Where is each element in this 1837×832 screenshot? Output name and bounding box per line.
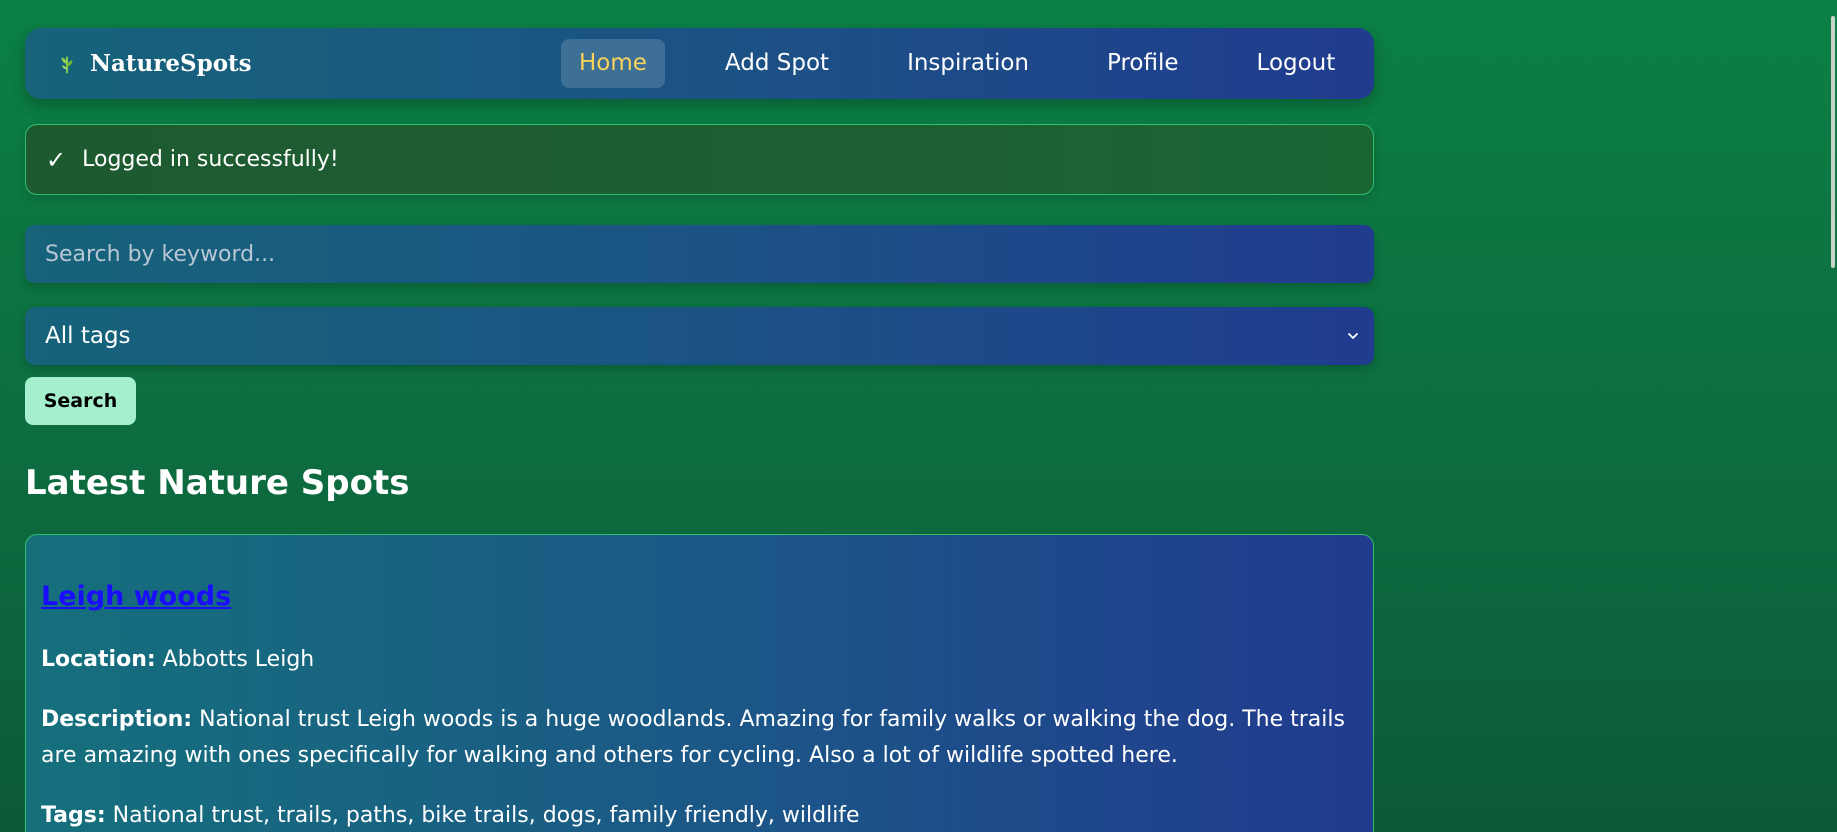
nav-link-home[interactable]: Home — [561, 39, 665, 88]
spot-location-label: Location: — [41, 647, 156, 672]
brand[interactable]: NatureSpots — [56, 50, 252, 77]
search-button[interactable]: Search — [25, 377, 136, 425]
nav-link-add-spot[interactable]: Add Spot — [707, 39, 847, 88]
checkmark-icon: ✓ — [46, 145, 67, 174]
spot-tags: Tags: National trust, trails, paths, bik… — [41, 798, 1358, 832]
nav-link-logout[interactable]: Logout — [1239, 39, 1354, 88]
spot-description-label: Description: — [41, 707, 193, 732]
nav-links: Home Add Spot Inspiration Profile Logout — [561, 39, 1353, 88]
chevron-down-icon — [1348, 333, 1358, 339]
brand-name: NatureSpots — [90, 50, 252, 77]
spot-card: Leigh woods Location: Abbotts Leigh Desc… — [25, 534, 1374, 832]
spot-tags-value: National trust, trails, paths, bike trai… — [112, 803, 860, 828]
nav-link-profile[interactable]: Profile — [1089, 39, 1197, 88]
spot-location-value: Abbotts Leigh — [162, 647, 315, 672]
tag-filter-value: All tags — [45, 323, 131, 349]
page-scrollbar[interactable] — [1829, 0, 1837, 832]
success-alert: ✓ Logged in successfully! — [25, 124, 1374, 195]
spot-tags-label: Tags: — [41, 803, 106, 828]
nav-link-inspiration[interactable]: Inspiration — [889, 39, 1047, 88]
page-container: NatureSpots Home Add Spot Inspiration Pr… — [25, 28, 1374, 832]
spot-location: Location: Abbotts Leigh — [41, 642, 1358, 678]
search-input[interactable] — [25, 225, 1374, 283]
leaf-icon — [61, 56, 73, 73]
section-title: Latest Nature Spots — [25, 463, 410, 503]
navbar: NatureSpots Home Add Spot Inspiration Pr… — [25, 28, 1374, 99]
spot-description-value: National trust Leigh woods is a huge woo… — [41, 707, 1345, 768]
spot-description: Description: National trust Leigh woods … — [41, 702, 1358, 774]
tag-filter-select[interactable]: All tags — [25, 307, 1374, 365]
scrollbar-thumb[interactable] — [1831, 16, 1835, 268]
spot-title-link[interactable]: Leigh woods — [41, 581, 231, 612]
alert-message: Logged in successfully! — [82, 147, 339, 172]
